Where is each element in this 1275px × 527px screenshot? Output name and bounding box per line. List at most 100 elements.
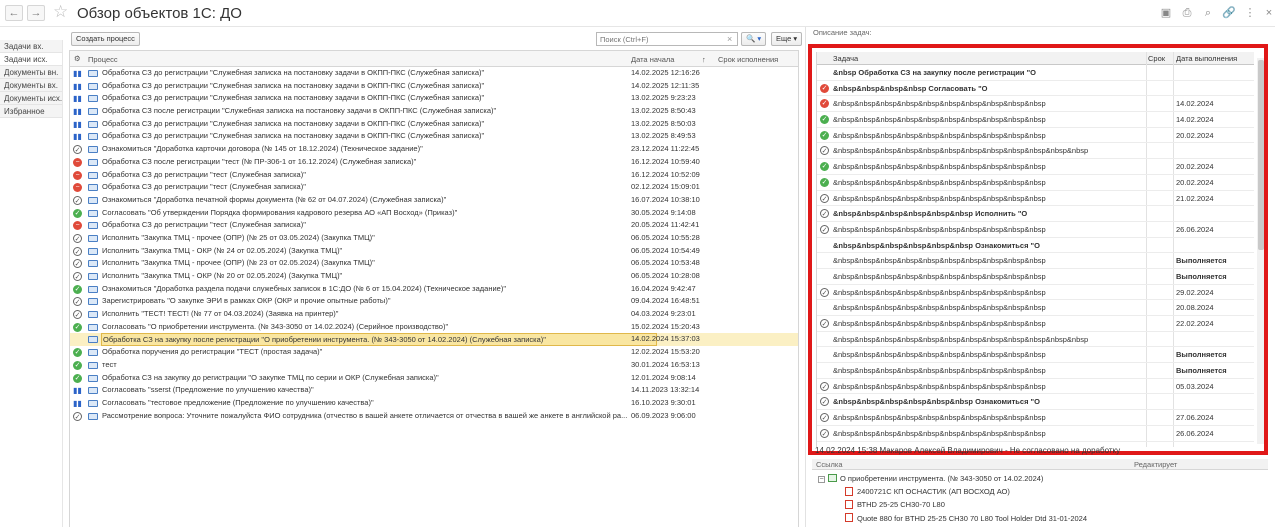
task-row[interactable]: &nbsp&nbsp&nbsp&nbsp&nbsp&nbsp&nbsp&nbsp… <box>817 269 1254 285</box>
settings-icon[interactable]: ⚙ <box>74 54 81 63</box>
more-button[interactable]: Еще ▾ <box>771 32 803 46</box>
table-row[interactable]: ✓ Зарегистрировать "О закупке ЭРИ в рамка… <box>70 295 798 308</box>
table-row[interactable]: − Обработка СЗ после регистрации "тест (№… <box>70 156 798 169</box>
table-row[interactable]: ✓ Обработка СЗ на закупку до регистрации … <box>70 372 798 385</box>
table-row[interactable]: ▮▮ Согласовать "sserst (Предложение по ул… <box>70 384 798 397</box>
column-deadline[interactable]: Срок <box>1148 54 1165 63</box>
table-row[interactable]: ▮▮ Обработка СЗ до регистрации "Служебная… <box>70 80 798 93</box>
process-name: Обработка СЗ до регистрации "тест (Служе… <box>102 182 306 192</box>
column-task[interactable]: Задача <box>833 54 858 63</box>
table-row[interactable]: ▮▮ Обработка СЗ до регистрации "Служебная… <box>70 130 798 143</box>
task-row[interactable]: ✓ &nbsp&nbsp&nbsp&nbsp&nbsp&nbsp&nbsp&nbs… <box>817 379 1254 395</box>
task-type-icon <box>88 120 98 128</box>
table-row[interactable]: ▮▮ Обработка СЗ до регистрации "Служебная… <box>70 92 798 105</box>
task-row[interactable]: ✓ &nbsp&nbsp&nbsp&nbsp&nbsp&nbsp&nbsp&nbs… <box>817 159 1254 175</box>
attached-file[interactable]: ВТНD 25-25 СН30-70 L80 <box>845 499 945 511</box>
column-process[interactable]: Процесс <box>88 55 118 64</box>
table-row[interactable]: ✓ Исполнить "ТЕСТ! ТЕСТ! (№ 77 от 04.03.2… <box>70 308 798 321</box>
table-row[interactable]: ▮▮ Обработка СЗ до регистрации "Служебная… <box>70 67 798 80</box>
close-icon[interactable]: × <box>1262 6 1275 20</box>
table-row[interactable]: − Обработка СЗ до регистрации "тест (Служ… <box>70 181 798 194</box>
task-row[interactable]: ✓ &nbsp&nbsp&nbsp&nbsp&nbsp&nbsp Ознакоми… <box>817 394 1254 411</box>
attached-file[interactable]: 2400721С КП ОСНАСТИК (АП ВОСХОД АО) <box>845 486 1010 498</box>
task-row[interactable]: ✓ &nbsp&nbsp&nbsp&nbsp&nbsp&nbsp&nbsp&nbs… <box>817 316 1254 332</box>
search-clear-icon[interactable]: × <box>727 33 732 45</box>
table-row[interactable]: Обработка СЗ на закупку после регистраци… <box>70 333 798 347</box>
back-button[interactable]: ← <box>5 5 23 21</box>
table-row[interactable]: ✓ Согласовать "О приобретении инструмента… <box>70 321 798 334</box>
task-row[interactable]: ✓ &nbsp&nbsp&nbsp&nbsp&nbsp&nbsp&nbsp&nbs… <box>817 143 1254 160</box>
table-row[interactable]: ✓ Ознакомиться "Доработка печатной формы … <box>70 194 798 207</box>
attached-file[interactable]: Quote 880 for BTHD 25-25 CH30 70 L80 Too… <box>845 513 1087 525</box>
column-start-date[interactable]: Дата начала <box>631 55 674 64</box>
task-row[interactable]: &nbsp&nbsp&nbsp&nbsp&nbsp&nbsp Ознакомит… <box>817 238 1254 254</box>
table-row[interactable]: ✓ Исполнить "Закупка ТМЦ - прочее (ОПР) (… <box>70 257 798 270</box>
task-row[interactable]: ✓ &nbsp&nbsp&nbsp&nbsp&nbsp&nbsp&nbsp&nbs… <box>817 285 1254 301</box>
star-icon[interactable]: ☆ <box>53 3 68 20</box>
rejected-icon: ✓ <box>820 99 829 109</box>
task-row[interactable]: ✓ &nbsp&nbsp&nbsp&nbsp&nbsp&nbsp&nbsp&nbs… <box>817 426 1254 442</box>
task-row[interactable]: &nbsp&nbsp&nbsp&nbsp&nbsp&nbsp&nbsp&nbsp… <box>817 300 1254 316</box>
nav-item[interactable]: Задачи вх. <box>0 40 62 53</box>
pause-icon: ▮▮ <box>73 132 82 142</box>
column-editor[interactable]: Редактирует <box>1134 460 1177 469</box>
create-process-button[interactable]: Создать процесс <box>71 32 140 46</box>
panel-splitter[interactable] <box>805 27 806 527</box>
print-icon[interactable]: ⎙ <box>1180 6 1194 20</box>
column-deadline[interactable]: Срок исполнения <box>718 55 778 64</box>
collapse-icon[interactable]: − <box>818 475 825 483</box>
task-row[interactable]: ✓ &nbsp&nbsp&nbsp&nbsp&nbsp&nbsp&nbsp&nbs… <box>817 112 1254 128</box>
forward-button[interactable]: → <box>27 5 45 21</box>
search-input[interactable] <box>596 32 738 46</box>
task-row[interactable]: &nbsp Обработка СЗ на закупку после реги… <box>817 65 1254 81</box>
table-row[interactable]: ▮▮ Обработка СЗ после регистрации "Служеб… <box>70 105 798 118</box>
task-type-icon <box>88 349 98 357</box>
table-row[interactable]: ▮▮ Обработка СЗ до регистрации "Служебная… <box>70 118 798 131</box>
search-button[interactable]: 🔍 ▾ <box>741 32 767 46</box>
table-row[interactable]: ▮▮ Согласовать "тестовое предложение (Пре… <box>70 397 798 410</box>
task-row[interactable]: ✓ &nbsp&nbsp&nbsp&nbsp&nbsp&nbsp&nbsp&nbs… <box>817 175 1254 191</box>
column-link[interactable]: Ссылка <box>816 460 843 469</box>
table-row[interactable]: ✓ Исполнить "Закупка ТМЦ - ОКР (№ 20 от 0… <box>70 270 798 283</box>
table-row[interactable]: − Обработка СЗ до регистрации "тест (Служ… <box>70 219 798 232</box>
task-row[interactable]: &nbsp&nbsp&nbsp&nbsp&nbsp&nbsp&nbsp&nbsp… <box>817 253 1254 269</box>
task-row[interactable]: ✓ &nbsp&nbsp&nbsp&nbsp&nbsp&nbsp&nbsp&nbs… <box>817 410 1254 426</box>
table-row[interactable]: ✓ Обработка поручения до регистрации "ТЕС… <box>70 346 798 359</box>
table-row[interactable]: ✓ Ознакомиться "Доработка карточки догово… <box>70 143 798 156</box>
column-completion-date[interactable]: Дата выполнения <box>1176 54 1237 63</box>
process-start-date: 13.02.2025 9:23:23 <box>631 93 696 103</box>
task-row[interactable]: &nbsp&nbsp&nbsp&nbsp&nbsp&nbsp&nbsp&nbsp… <box>817 332 1254 348</box>
link-icon[interactable]: 🔗 <box>1222 6 1236 20</box>
task-completion-date: Выполняется <box>1176 256 1227 266</box>
preview-icon[interactable]: ⌕ <box>1201 6 1215 20</box>
task-row[interactable]: ✓ &nbsp&nbsp&nbsp&nbsp&nbsp&nbsp Исполнит… <box>817 206 1254 222</box>
nav-item[interactable]: Документы вн. <box>0 66 62 79</box>
task-type-icon <box>88 298 98 306</box>
check-icon: ✓ <box>73 208 82 218</box>
table-row[interactable]: ✓ Рассмотрение вопроса: Уточните пожалуйс… <box>70 410 798 423</box>
sort-asc-icon: ↑ <box>702 55 706 64</box>
task-row[interactable]: ✓ &nbsp&nbsp&nbsp&nbsp&nbsp&nbsp&nbsp&nbs… <box>817 191 1254 207</box>
table-row[interactable]: ✓ Согласовать "Об утверждении Порядка фор… <box>70 207 798 220</box>
nav-item[interactable]: Задачи исх. <box>0 53 62 66</box>
task-row[interactable]: ✓ &nbsp&nbsp&nbsp&nbsp&nbsp&nbsp&nbsp&nbs… <box>817 128 1254 144</box>
task-row[interactable]: &nbsp&nbsp&nbsp&nbsp&nbsp&nbsp&nbsp&nbsp… <box>817 363 1254 379</box>
table-row[interactable]: ✓ Исполнить "Закупка ТМЦ - ОКР (№ 24 от 0… <box>70 245 798 258</box>
task-row[interactable]: &nbsp&nbsp&nbsp&nbsp&nbsp&nbsp&nbsp&nbsp… <box>817 347 1254 364</box>
nav-item[interactable]: Документы вх. <box>0 79 62 92</box>
table-row[interactable]: ✓ тест 30.01.2024 16:53:13 <box>70 359 798 372</box>
table-row[interactable]: − Обработка СЗ до регистрации "тест (Служ… <box>70 169 798 182</box>
task-completion-date: 14.02.2024 <box>1176 115 1214 125</box>
nav-item[interactable]: Документы исх. <box>0 92 62 105</box>
table-row[interactable]: ✓ Исполнить "Закупка ТМЦ - прочее (ОПР) (… <box>70 232 798 245</box>
task-row[interactable]: ✓ &nbsp&nbsp&nbsp&nbsp&nbsp&nbsp&nbsp&nbs… <box>817 96 1254 113</box>
task-row[interactable]: ✓ &nbsp&nbsp&nbsp&nbsp Согласовать "О <box>817 81 1254 97</box>
task-row[interactable]: ✓ &nbsp&nbsp&nbsp&nbsp&nbsp&nbsp&nbsp&nbs… <box>817 222 1254 238</box>
save-icon[interactable]: ▣ <box>1159 6 1173 20</box>
process-name: Исполнить "ТЕСТ! ТЕСТ! (№ 77 от 04.03.20… <box>102 309 339 319</box>
link-root[interactable]: − О приобретении инструмента. (№ 343-3050… <box>818 473 1043 485</box>
table-row[interactable]: ✓ Ознакомиться "Доработка раздела подачи … <box>70 283 798 296</box>
more-vertical-icon[interactable]: ⋮ <box>1243 6 1257 20</box>
task-scrollbar-thumb[interactable] <box>1258 60 1264 250</box>
nav-item[interactable]: Избранное <box>0 105 62 118</box>
